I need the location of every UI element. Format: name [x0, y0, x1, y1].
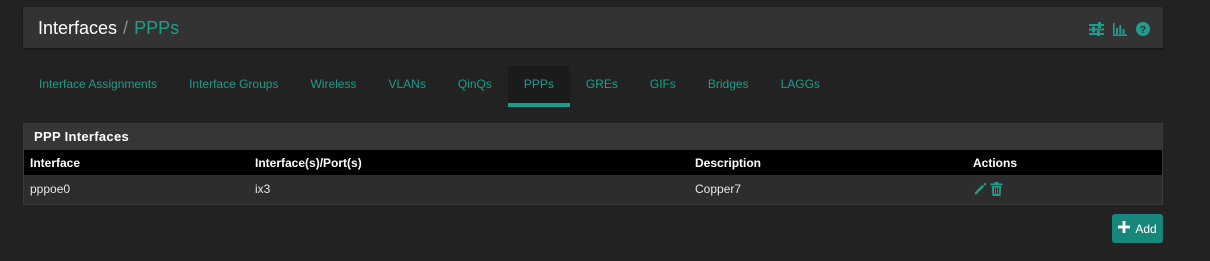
bar-chart-icon[interactable] — [1113, 22, 1127, 36]
tab-bridges[interactable]: Bridges — [692, 66, 765, 107]
tab-vlans[interactable]: VLANs — [372, 66, 441, 107]
page-header: Interfaces / PPPs ? — [23, 7, 1163, 48]
breadcrumb-root[interactable]: Interfaces — [38, 18, 117, 38]
tab-bar: Interface Assignments Interface Groups W… — [23, 66, 836, 107]
add-button-label: Add — [1135, 221, 1157, 236]
add-button[interactable]: Add — [1112, 214, 1163, 243]
tab-gifs[interactable]: GIFs — [634, 66, 692, 107]
tab-qinqs[interactable]: QinQs — [442, 66, 508, 107]
cell-description: Copper7 — [695, 181, 742, 196]
edit-icon[interactable] — [973, 182, 987, 196]
column-header-actions: Actions — [973, 155, 1018, 170]
cell-interface: pppoe0 — [30, 181, 71, 196]
breadcrumb-current[interactable]: PPPs — [134, 18, 179, 38]
breadcrumb-separator: / — [123, 18, 129, 38]
svg-text:?: ? — [1140, 24, 1146, 36]
ppp-table: Interface Interface(s)/Port(s) Descripti… — [24, 150, 1162, 202]
row-actions — [973, 181, 1162, 196]
tab-interface-groups[interactable]: Interface Groups — [173, 66, 294, 107]
table-header-row: Interface Interface(s)/Port(s) Descripti… — [24, 150, 1162, 175]
tab-ppps[interactable]: PPPs — [507, 66, 570, 107]
header-icons: ? — [1089, 21, 1150, 37]
plus-icon — [1118, 221, 1131, 236]
panel-title: PPP Interfaces — [24, 124, 1162, 150]
column-header-description: Description — [695, 155, 762, 170]
tab-wireless[interactable]: Wireless — [294, 66, 372, 107]
tab-laggs[interactable]: LAGGs — [765, 66, 836, 107]
sliders-icon[interactable] — [1089, 22, 1104, 36]
cell-ports: ix3 — [255, 181, 271, 196]
page: Interfaces / PPPs ? Interface Assignment… — [0, 0, 1210, 261]
table-row: pppoe0 ix3 Copper7 — [24, 175, 1162, 202]
cell-actions — [967, 175, 1162, 202]
column-header-ports: Interface(s)/Port(s) — [255, 155, 362, 170]
breadcrumb: Interfaces / PPPs — [38, 17, 179, 39]
help-icon[interactable]: ? — [1136, 22, 1150, 36]
ppp-interfaces-panel: PPP Interfaces Interface Interface(s)/Po… — [23, 123, 1163, 205]
tab-interface-assignments[interactable]: Interface Assignments — [23, 66, 173, 107]
delete-icon[interactable] — [990, 181, 1003, 196]
column-header-interface: Interface — [30, 155, 81, 170]
tab-gres[interactable]: GREs — [570, 66, 634, 107]
